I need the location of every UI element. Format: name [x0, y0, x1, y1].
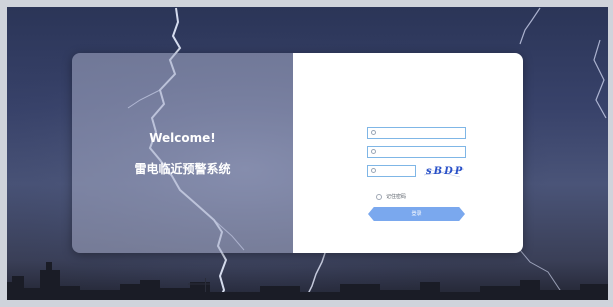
login-button[interactable]: 登录	[368, 207, 465, 221]
welcome-panel: Welcome! 雷电临近预警系统	[72, 53, 293, 253]
lock-icon	[371, 149, 376, 154]
captcha-field[interactable]	[367, 165, 418, 177]
remember-checkbox[interactable]	[376, 193, 382, 200]
password-input[interactable]	[380, 147, 458, 157]
system-title: 雷电临近预警系统	[134, 162, 231, 176]
user-icon	[371, 130, 376, 135]
captcha-image[interactable]: sBDP	[424, 166, 465, 179]
remember-password[interactable]: 记住密码	[376, 193, 406, 201]
username-input[interactable]	[380, 128, 458, 138]
welcome-heading: Welcome!	[149, 131, 216, 145]
captcha-input[interactable]	[380, 166, 418, 176]
remember-label: 记住密码	[386, 194, 407, 200]
username-field[interactable]	[367, 127, 466, 139]
captcha-text: sBDP	[426, 166, 465, 177]
password-field[interactable]	[367, 146, 466, 158]
shield-icon	[371, 168, 376, 173]
